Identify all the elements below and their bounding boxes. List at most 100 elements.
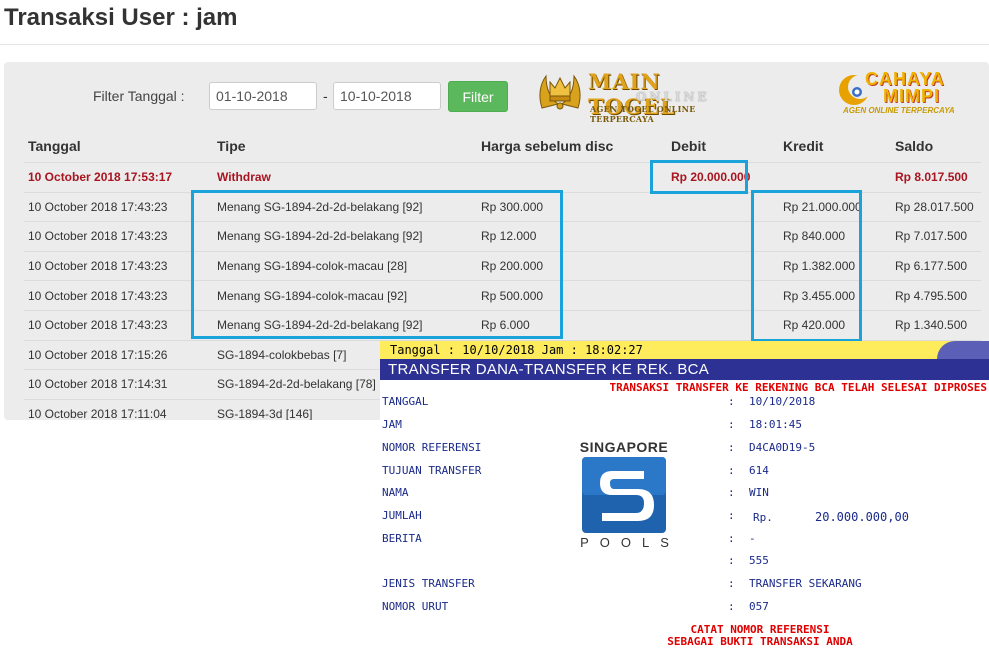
table-row: 10 October 2018 17:43:23 Menang SG-1894-… [24, 221, 981, 252]
value-nomor-referensi: D4CA0D19-5 [749, 441, 816, 454]
filter-button[interactable]: Filter [448, 81, 508, 112]
cell-saldo: Rp 6.177.500 [891, 250, 981, 281]
cell-kredit: Rp 840.000 [779, 221, 891, 252]
cell-saldo: Rp 28.017.500 [891, 191, 981, 222]
cell-saldo: Rp 1.340.500 [891, 309, 981, 341]
receipt-header-tab [937, 341, 989, 359]
cell-kredit: Rp 420.000 [779, 309, 891, 341]
cell-harga: Rp 200.000 [477, 250, 667, 281]
singapore-pools-logo: SINGAPORE POOLS [569, 439, 679, 551]
colon: : [728, 486, 735, 499]
cahaya-mimpi-tagline: AGEN ONLINE TERPERCAYA [843, 106, 955, 115]
label-berita: BERITA [382, 532, 422, 545]
cell-tipe: Menang SG-1894-2d-2d-belakang [92] [213, 309, 477, 341]
cell-debit [667, 221, 779, 252]
value-berita-extra: 555 [749, 554, 769, 567]
colon: : [728, 418, 735, 431]
label-nama: NAMA [382, 486, 409, 499]
value-tujuan-transfer: 614 [749, 464, 769, 477]
cell-saldo: Rp 8.017.500 [891, 162, 981, 193]
label-tujuan-transfer: TUJUAN TRANSFER [382, 464, 482, 477]
label-nomor-referensi: NOMOR REFERENSI [382, 441, 482, 454]
value-jam: 18:01:45 [749, 418, 802, 431]
value-jenis-transfer: TRANSFER SEKARANG [749, 577, 862, 590]
table-row: 10 October 2018 17:43:23 Menang SG-1894-… [24, 280, 981, 311]
receipt-notice: TRANSAKSI TRANSFER KE REKENING BCA TELAH… [609, 381, 988, 394]
cell-debit [667, 250, 779, 281]
singapore-pools-logo-top: SINGAPORE [579, 439, 669, 455]
header-kredit: Kredit [779, 130, 891, 163]
colon: : [728, 554, 735, 567]
cell-tipe: Menang SG-1894-2d-2d-belakang [92] [213, 191, 477, 222]
header-tanggal: Tanggal [24, 130, 213, 163]
date-to-input[interactable] [333, 82, 441, 110]
cell-kredit: Rp 1.382.000 [779, 250, 891, 281]
colon: : [728, 600, 735, 613]
value-nomor-urut: 057 [749, 600, 769, 613]
header-tipe: Tipe [213, 130, 477, 163]
cell-harga: Rp 6.000 [477, 309, 667, 341]
cell-kredit: Rp 3.455.000 [779, 280, 891, 311]
label-jumlah: JUMLAH [382, 509, 422, 522]
label-tanggal: TANGGAL [382, 395, 429, 408]
colon: : [728, 509, 735, 522]
value-berita: - [749, 532, 756, 545]
cell-tipe: Menang SG-1894-colok-macau [92] [213, 280, 477, 311]
date-from-input[interactable] [209, 82, 317, 110]
cahaya-mimpi-logo: CAHAYA MIMPI AGEN ONLINE TERPERCAYA [835, 68, 985, 118]
cell-debit [667, 191, 779, 222]
value-nama: WIN [749, 486, 769, 499]
cell-kredit: Rp 21.000.000 [779, 191, 891, 222]
label-jam: JAM [382, 418, 402, 431]
cell-saldo: Rp 7.017.500 [891, 221, 981, 252]
cell-tanggal: 10 October 2018 17:43:23 [24, 309, 213, 341]
value-tanggal: 10/10/2018 [749, 395, 816, 408]
page-title: Transaksi User : jam [4, 4, 238, 31]
colon: : [728, 441, 735, 454]
main-togel-tagline: AGEN TOGEL ONLINE TERPERCAYA [590, 104, 696, 124]
cell-tipe: Menang SG-1894-2d-2d-belakang [92] [213, 221, 477, 252]
main-togel-sub: ONLINE [636, 90, 710, 104]
receipt-timestamp: Tanggal : 10/10/2018 Jam : 18:02:27 [390, 343, 643, 357]
table-row: 10 October 2018 17:53:17 Withdraw Rp 20.… [24, 162, 981, 193]
filter-label: Filter Tanggal : [93, 88, 185, 104]
cell-harga: Rp 300.000 [477, 191, 667, 222]
label-jenis-transfer: JENIS TRANSFER [382, 577, 475, 590]
cell-kredit [779, 162, 891, 193]
cell-tanggal: 10 October 2018 17:43:23 [24, 250, 213, 281]
crown-icon [539, 74, 581, 110]
value-jumlah: 20.000.000,00 [815, 510, 909, 524]
date-separator: - [323, 88, 328, 104]
cell-harga: Rp 12.000 [477, 221, 667, 252]
cell-tanggal: 10 October 2018 17:43:23 [24, 221, 213, 252]
colon: : [728, 395, 735, 408]
cahaya-mimpi-line2: MIMPI [883, 86, 940, 106]
table-row: 10 October 2018 17:43:23 Menang SG-1894-… [24, 191, 981, 222]
header-saldo: Saldo [891, 130, 981, 163]
main-togel-logo: MAIN TOGEL ONLINE AGEN TOGEL ONLINE TERP… [532, 66, 744, 124]
header-harga: Harga sebelum disc [477, 130, 667, 163]
cell-tanggal: 10 October 2018 17:53:17 [24, 162, 213, 193]
receipt-title: TRANSFER DANA-TRANSFER KE REK. BCA [388, 361, 710, 378]
label-nomor-urut: NOMOR URUT [382, 600, 449, 613]
cell-debit: Rp 20.000.000 [667, 162, 779, 193]
receipt-header: Tanggal : 10/10/2018 Jam : 18:02:27 [380, 341, 989, 359]
cell-tanggal: 10 October 2018 17:43:23 [24, 191, 213, 222]
table-row: 10 October 2018 17:43:23 Menang SG-1894-… [24, 309, 981, 341]
cell-tanggal: 10 October 2018 17:15:26 [24, 339, 213, 370]
cell-tipe: Menang SG-1894-colok-macau [28] [213, 250, 477, 281]
receipt-footer-line2: SEBAGAI BUKTI TRANSAKSI ANDA [667, 635, 853, 648]
table-row: 10 October 2018 17:43:23 Menang SG-1894-… [24, 250, 981, 281]
value-jumlah-currency: Rp. [753, 511, 773, 524]
colon: : [728, 464, 735, 477]
singapore-pools-logo-bottom: POOLS [580, 535, 680, 550]
title-divider [0, 44, 989, 45]
cell-debit [667, 309, 779, 341]
table-header-row: Tanggal Tipe Harga sebelum disc Debit Kr… [24, 130, 981, 163]
cell-tanggal: 10 October 2018 17:11:04 [24, 398, 213, 420]
cell-harga: Rp 500.000 [477, 280, 667, 311]
singapore-pools-s-icon [582, 457, 666, 533]
receipt-title-bar: TRANSFER DANA-TRANSFER KE REK. BCA [380, 359, 989, 380]
cell-tanggal: 10 October 2018 17:43:23 [24, 280, 213, 311]
bca-transfer-receipt: Tanggal : 10/10/2018 Jam : 18:02:27 TRAN… [380, 341, 989, 648]
